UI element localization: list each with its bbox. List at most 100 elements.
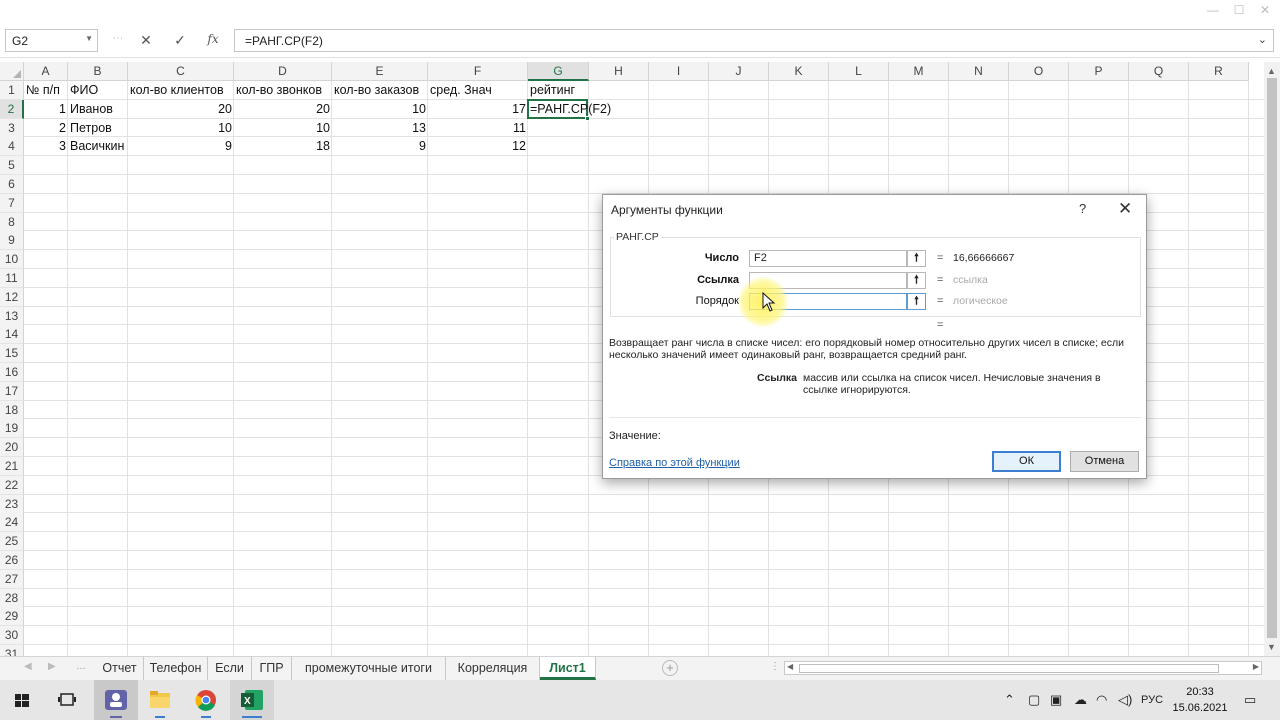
cell-name[interactable]: Васичкин: [68, 137, 128, 156]
row-header-13[interactable]: 13: [0, 306, 24, 326]
column-header-c[interactable]: C: [128, 62, 234, 81]
minimize-icon[interactable]: —: [1206, 4, 1220, 16]
taskbar-app-excel[interactable]: X: [230, 680, 274, 720]
row-header-3[interactable]: 3: [0, 118, 24, 138]
cell-average[interactable]: 11: [428, 119, 528, 138]
next-sheet-icon[interactable]: ▶: [48, 661, 56, 672]
column-header-m[interactable]: M: [889, 62, 949, 81]
onedrive-icon[interactable]: ☁: [1074, 692, 1087, 708]
column-header-n[interactable]: N: [949, 62, 1009, 81]
expand-formula-icon[interactable]: ⌄: [1258, 33, 1267, 46]
start-button[interactable]: [0, 680, 44, 720]
add-sheet-button[interactable]: +: [662, 660, 678, 676]
row-header-10[interactable]: 10: [0, 250, 24, 270]
collapse-dialog-icon[interactable]: 🠕: [907, 272, 926, 289]
sheet-tab[interactable]: ГПР: [252, 657, 292, 680]
notifications-icon[interactable]: ▭: [1244, 692, 1256, 708]
row-header-20[interactable]: 20: [0, 438, 24, 458]
language-indicator[interactable]: РУС: [1141, 694, 1163, 706]
sheet-tab[interactable]: промежуточные итоги: [292, 657, 446, 680]
sheet-tab[interactable]: Корреляция: [446, 657, 540, 680]
close-window-icon[interactable]: ✕: [1258, 4, 1272, 16]
row-header-9[interactable]: 9: [0, 231, 24, 251]
cell-calls[interactable]: 18: [234, 137, 332, 156]
cell-number[interactable]: 1: [24, 100, 68, 119]
row-header-6[interactable]: 6: [0, 175, 24, 194]
close-icon[interactable]: ✕: [1118, 199, 1132, 219]
column-header-g[interactable]: G: [528, 62, 589, 81]
cell-average[interactable]: 17: [428, 100, 528, 119]
cell-orders[interactable]: 9: [332, 137, 428, 156]
header-cell-f[interactable]: сред. Знач: [428, 81, 528, 100]
help-icon[interactable]: ?: [1079, 201, 1086, 216]
row-header-15[interactable]: 15: [0, 344, 24, 364]
task-view-button[interactable]: [46, 680, 90, 720]
taskbar-app-teams[interactable]: [94, 680, 138, 720]
cell-calls[interactable]: 10: [234, 119, 332, 138]
row-header-8[interactable]: 8: [0, 212, 24, 232]
hscroll-thumb[interactable]: [799, 664, 1219, 673]
cell-clients[interactable]: 20: [128, 100, 234, 119]
column-header-d[interactable]: D: [234, 62, 332, 81]
cell-calls[interactable]: 20: [234, 100, 332, 119]
header-cell-a[interactable]: № п/п: [24, 81, 68, 100]
row-header-28[interactable]: 28: [0, 588, 24, 608]
wifi-icon[interactable]: ◠: [1096, 692, 1107, 708]
cell-name[interactable]: Петров: [68, 119, 128, 138]
column-header-p[interactable]: P: [1069, 62, 1129, 81]
row-header-29[interactable]: 29: [0, 607, 24, 627]
tray-app-icon[interactable]: ▢: [1028, 692, 1040, 708]
more-sheets-icon[interactable]: …: [76, 661, 86, 672]
cell-number[interactable]: 3: [24, 137, 68, 156]
cell-clients[interactable]: 10: [128, 119, 234, 138]
header-cell-g[interactable]: рейтинг: [528, 81, 589, 100]
row-header-16[interactable]: 16: [0, 363, 24, 382]
ok-button[interactable]: ОК: [992, 451, 1061, 472]
drag-handle-icon[interactable]: ⋮: [112, 33, 123, 42]
vertical-scrollbar[interactable]: ▲ ▼: [1264, 62, 1280, 656]
column-header-r[interactable]: R: [1189, 62, 1249, 81]
column-header-a[interactable]: A: [24, 62, 68, 81]
row-header-17[interactable]: 17: [0, 381, 24, 401]
taskbar-app-chrome[interactable]: [184, 680, 228, 720]
column-header-b[interactable]: B: [68, 62, 128, 81]
column-header-q[interactable]: Q: [1129, 62, 1189, 81]
sheet-tab[interactable]: Отчет: [96, 657, 144, 680]
row-header-19[interactable]: 19: [0, 419, 24, 439]
cell-orders[interactable]: 13: [332, 119, 428, 138]
cell-average[interactable]: 12: [428, 137, 528, 156]
insert-function-icon[interactable]: fx: [203, 32, 223, 50]
column-header-o[interactable]: O: [1009, 62, 1069, 81]
scroll-right-icon[interactable]: ▶: [1253, 662, 1259, 671]
chevron-down-icon[interactable]: ▼: [85, 34, 93, 43]
scroll-up-icon[interactable]: ▲: [1267, 66, 1276, 76]
scroll-left-icon[interactable]: ◀: [787, 662, 793, 671]
volume-icon[interactable]: ◁): [1118, 692, 1132, 708]
column-header-l[interactable]: L: [829, 62, 889, 81]
formula-input[interactable]: =РАНГ.СР(F2) ⌄: [234, 29, 1274, 52]
row-header-1[interactable]: 1: [0, 81, 24, 100]
cell-number[interactable]: 2: [24, 119, 68, 138]
cell-rating[interactable]: =РАНГ.СР(F2): [528, 100, 611, 119]
scroll-thumb[interactable]: [1267, 78, 1277, 638]
cancel-button[interactable]: Отмена: [1070, 451, 1139, 472]
row-header-27[interactable]: 27: [0, 569, 24, 589]
cell-orders[interactable]: 10: [332, 100, 428, 119]
tray-chevron-icon[interactable]: ⌃: [1004, 692, 1015, 708]
header-cell-d[interactable]: кол-во звонков: [234, 81, 332, 100]
row-header-12[interactable]: 12: [0, 287, 24, 307]
row-header-14[interactable]: 14: [0, 325, 24, 345]
name-box[interactable]: G2 ▼: [5, 29, 98, 52]
row-header-18[interactable]: 18: [0, 400, 24, 420]
collapse-dialog-icon[interactable]: 🠕: [907, 250, 926, 267]
header-cell-b[interactable]: ФИО: [68, 81, 128, 100]
row-header-30[interactable]: 30: [0, 626, 24, 646]
row-header-7[interactable]: 7: [0, 193, 24, 213]
row-header-22[interactable]: 22: [0, 475, 24, 495]
taskbar-app-explorer[interactable]: [138, 680, 182, 720]
column-header-e[interactable]: E: [332, 62, 428, 81]
row-header-2[interactable]: 2: [0, 99, 24, 119]
restore-icon[interactable]: ☐: [1232, 4, 1246, 16]
row-header-11[interactable]: 11: [0, 269, 24, 288]
cell-clients[interactable]: 9: [128, 137, 234, 156]
